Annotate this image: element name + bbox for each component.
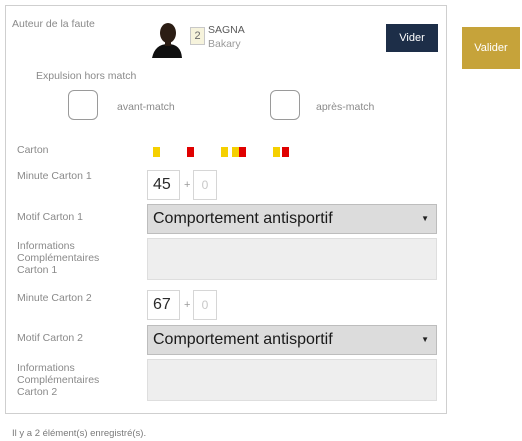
minute-carton-1-label: Minute Carton 1	[17, 170, 92, 182]
author-label: Auteur de la faute	[12, 18, 95, 30]
info-carton-1-label: Informations Complémentaires Carton 1	[17, 240, 100, 276]
yellow-card-icon	[232, 147, 239, 157]
motif-carton-1-select[interactable]: Comportement antisportif ▼	[147, 204, 437, 234]
extra-time-carton-1-input[interactable]: 0	[193, 170, 217, 200]
extra-time-carton-2-input[interactable]: 0	[193, 290, 217, 320]
yellow-card-icon	[273, 147, 280, 157]
minute-carton-1-input[interactable]: 45	[147, 170, 180, 200]
yellow-card-icon	[221, 147, 228, 157]
motif-carton-1-label: Motif Carton 1	[17, 211, 83, 223]
valider-button[interactable]: Valider	[462, 27, 520, 69]
apres-match-label: après-match	[316, 101, 375, 113]
avant-match-checkbox[interactable]	[68, 90, 98, 120]
motif-carton-2-label: Motif Carton 2	[17, 332, 83, 344]
dropdown-arrow-icon: ▼	[421, 335, 429, 344]
apres-match-checkbox[interactable]	[270, 90, 300, 120]
minute-carton-2-label: Minute Carton 2	[17, 292, 92, 304]
player-avatar	[151, 20, 183, 58]
expulsion-label: Expulsion hors match	[36, 70, 137, 82]
minute-carton-2-input[interactable]: 67	[147, 290, 180, 320]
motif-carton-2-value: Comportement antisportif	[153, 331, 333, 348]
info-carton-1-textarea[interactable]	[147, 238, 437, 280]
plus-sign: +	[184, 179, 191, 191]
red-card-icon	[282, 147, 289, 157]
info-carton-2-textarea[interactable]	[147, 359, 437, 401]
red-card-icon	[187, 147, 194, 157]
jersey-number-badge: 2	[190, 27, 205, 45]
player-last-name: SAGNA	[208, 24, 245, 36]
red-card-icon	[239, 147, 246, 157]
records-status-text: Il y a 2 élément(s) enregistré(s).	[12, 428, 147, 439]
info-carton-2-label: Informations Complémentaires Carton 2	[17, 362, 100, 398]
vider-button[interactable]: Vider	[386, 24, 438, 52]
plus-sign: +	[184, 299, 191, 311]
motif-carton-1-value: Comportement antisportif	[153, 210, 333, 227]
yellow-card-icon	[153, 147, 160, 157]
carton-label: Carton	[17, 144, 49, 156]
dropdown-arrow-icon: ▼	[421, 214, 429, 223]
avant-match-label: avant-match	[117, 101, 175, 113]
motif-carton-2-select[interactable]: Comportement antisportif ▼	[147, 325, 437, 355]
player-first-name: Bakary	[208, 38, 241, 50]
